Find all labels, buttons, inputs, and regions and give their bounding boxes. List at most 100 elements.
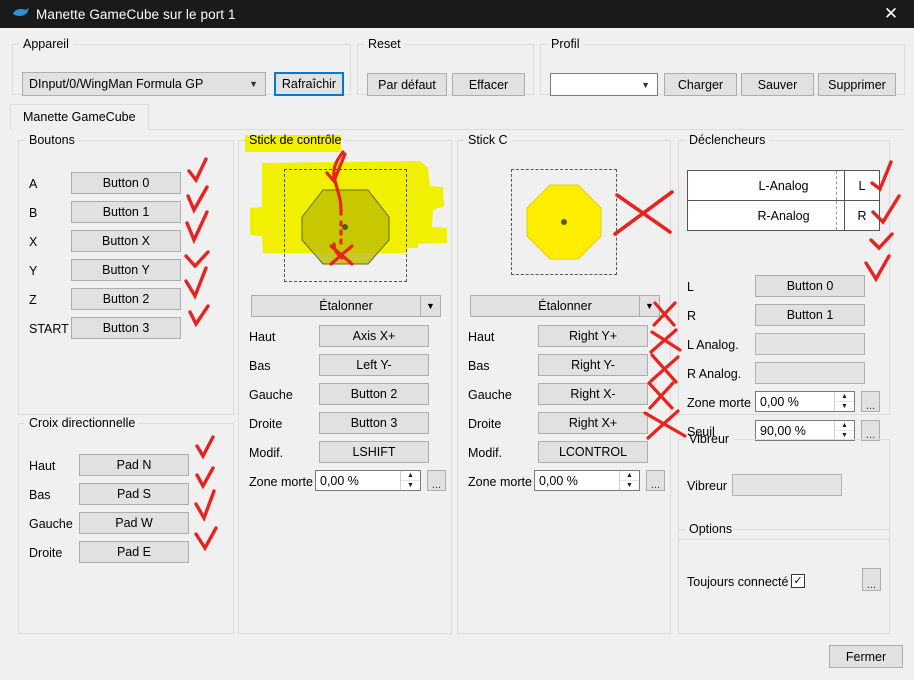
- save-profile-label: Sauver: [757, 77, 798, 92]
- profile-group: Profil ▼ Charger Sauver Supprimer: [540, 37, 905, 96]
- device-select[interactable]: DInput/0/WingMan Formula GP ▼: [22, 72, 266, 96]
- dpad-binding-down[interactable]: Pad S: [79, 483, 189, 505]
- rumble-binding[interactable]: [732, 474, 842, 496]
- control-stick-preview[interactable]: [284, 169, 407, 282]
- spinner-up-icon[interactable]: ▲: [835, 392, 854, 402]
- trigger-deadzone-stepper[interactable]: 0,00 % ▲ ▼: [755, 391, 855, 412]
- control-stick-binding-modifier[interactable]: LSHIFT: [319, 441, 429, 463]
- trigger-binding-l-analog[interactable]: [755, 333, 865, 355]
- control-stick-deadzone-more-button[interactable]: ...: [427, 470, 446, 491]
- c-stick-binding-modifier[interactable]: LCONTROL: [538, 441, 648, 463]
- chevron-down-icon[interactable]: ▼: [420, 296, 440, 316]
- button-binding-b[interactable]: Button 1: [71, 201, 181, 223]
- c-stick-preview[interactable]: [511, 169, 617, 275]
- control-stick-deadzone-stepper[interactable]: 0,00 % ▲ ▼: [315, 470, 421, 491]
- control-stick-binding-right-value: Button 3: [350, 416, 398, 430]
- control-stick-binding-down[interactable]: Left Y-: [319, 354, 429, 376]
- spinner-down-icon[interactable]: ▼: [401, 481, 420, 490]
- c-stick-row-label: Haut: [468, 330, 495, 344]
- button-binding-x-value: Button X: [102, 234, 150, 248]
- button-binding-start-value: Button 3: [102, 321, 150, 335]
- trigger-row-label: L: [687, 280, 694, 294]
- control-stick-calibrate-combo[interactable]: Étalonner ▼: [251, 295, 441, 317]
- tabstrip: Manette GameCube: [10, 104, 904, 130]
- dpad-binding-right[interactable]: Pad E: [79, 541, 189, 563]
- trigger-bar-r[interactable]: R-Analog R: [687, 200, 880, 231]
- refresh-button[interactable]: Rafraîchir: [274, 72, 344, 96]
- rumble-group-legend: Vibreur: [689, 432, 730, 446]
- delete-profile-button[interactable]: Supprimer: [818, 73, 896, 96]
- spinner-down-icon[interactable]: ▼: [835, 402, 854, 411]
- c-stick-binding-left[interactable]: Right X-: [538, 383, 648, 405]
- profile-group-legend: Profil: [551, 37, 580, 51]
- close-dialog-button[interactable]: Fermer: [829, 645, 903, 668]
- save-profile-button[interactable]: Sauver: [741, 73, 814, 96]
- control-stick-binding-left[interactable]: Button 2: [319, 383, 429, 405]
- options-group-legend: Options: [689, 522, 733, 536]
- chevron-down-icon[interactable]: ▼: [639, 296, 659, 316]
- triggers-group-legend: Déclencheurs: [689, 133, 766, 147]
- trigger-binding-r[interactable]: Button 1: [755, 304, 865, 326]
- spinner-arrows[interactable]: ▲ ▼: [619, 471, 639, 490]
- close-icon[interactable]: ✕: [868, 0, 914, 28]
- spinner-arrows[interactable]: ▲ ▼: [834, 392, 854, 411]
- spinner-down-icon[interactable]: ▼: [620, 481, 639, 490]
- dpad-binding-up[interactable]: Pad N: [79, 454, 189, 476]
- c-stick-calibrate-combo[interactable]: Étalonner ▼: [470, 295, 660, 317]
- default-button[interactable]: Par défaut: [367, 73, 447, 96]
- trigger-bar-l[interactable]: L-Analog L: [687, 170, 880, 201]
- button-binding-start[interactable]: Button 3: [71, 317, 181, 339]
- spinner-up-icon[interactable]: ▲: [401, 471, 420, 481]
- load-profile-button[interactable]: Charger: [664, 73, 737, 96]
- spinner-up-icon[interactable]: ▲: [620, 471, 639, 481]
- tab-manette-gamecube[interactable]: Manette GameCube: [10, 104, 149, 130]
- dialog-client-area: Appareil DInput/0/WingMan Formula GP ▼ R…: [0, 28, 914, 677]
- clear-button[interactable]: Effacer: [452, 73, 525, 96]
- button-binding-y[interactable]: Button Y: [71, 259, 181, 281]
- device-select-value: DInput/0/WingMan Formula GP: [29, 77, 204, 91]
- c-stick-calibrate-label: Étalonner: [538, 299, 592, 313]
- profile-select[interactable]: ▼: [550, 73, 658, 96]
- trigger-bar-r-side: R: [844, 201, 879, 230]
- dpad-binding-left[interactable]: Pad W: [79, 512, 189, 534]
- clear-button-label: Effacer: [468, 77, 509, 92]
- trigger-deadzone-more-button[interactable]: ...: [861, 391, 880, 412]
- trigger-binding-r-value: Button 1: [786, 308, 834, 322]
- always-connected-more-button[interactable]: ...: [862, 568, 881, 591]
- control-stick-cursor: [342, 224, 348, 230]
- c-stick-binding-down[interactable]: Right Y-: [538, 354, 648, 376]
- c-stick-binding-up[interactable]: Right Y+: [538, 325, 648, 347]
- control-stick-row-label: Gauche: [249, 388, 293, 402]
- control-stick-binding-right[interactable]: Button 3: [319, 412, 429, 434]
- button-binding-x[interactable]: Button X: [71, 230, 181, 252]
- dpad-binding-down-value: Pad S: [116, 487, 152, 501]
- c-stick-deadzone-stepper[interactable]: 0,00 % ▲ ▼: [534, 470, 640, 491]
- button-binding-a[interactable]: Button 0: [71, 172, 181, 194]
- c-stick-binding-down-value: Right Y-: [571, 358, 615, 372]
- spinner-up-icon[interactable]: ▲: [835, 421, 854, 431]
- button-binding-b-value: Button 1: [102, 205, 150, 219]
- control-stick-row-label: Modif.: [249, 446, 284, 460]
- close-dialog-label: Fermer: [845, 649, 887, 664]
- spinner-arrows[interactable]: ▲ ▼: [400, 471, 420, 490]
- c-stick-row-label: Modif.: [468, 446, 503, 460]
- buttons-group-legend: Boutons: [29, 133, 75, 147]
- trigger-threshold-marker: [836, 201, 837, 230]
- control-stick-deadzone-value: 0,00 %: [320, 473, 359, 488]
- control-stick-binding-up[interactable]: Axis X+: [319, 325, 429, 347]
- button-binding-z[interactable]: Button 2: [71, 288, 181, 310]
- button-row-label: B: [29, 206, 38, 220]
- options-group: Options Toujours connecté ✓ ...: [678, 522, 890, 634]
- control-stick-group-legend: Stick de contrôle: [249, 133, 342, 147]
- trigger-binding-l-value: Button 0: [786, 279, 834, 293]
- trigger-binding-r-analog[interactable]: [755, 362, 865, 384]
- button-binding-y-value: Button Y: [102, 263, 150, 277]
- c-stick-deadzone-more-button[interactable]: ...: [646, 470, 665, 491]
- c-stick-binding-right[interactable]: Right X+: [538, 412, 648, 434]
- trigger-deadzone-more-label: ...: [865, 400, 876, 412]
- always-connected-checkbox[interactable]: ✓: [791, 574, 805, 588]
- device-group: Appareil DInput/0/WingMan Formula GP ▼ R…: [12, 37, 351, 96]
- trigger-deadzone-label: Zone morte: [687, 396, 751, 410]
- buttons-group: Boutons A Button 0 B Button 1 X Button X…: [18, 133, 234, 415]
- trigger-binding-l[interactable]: Button 0: [755, 275, 865, 297]
